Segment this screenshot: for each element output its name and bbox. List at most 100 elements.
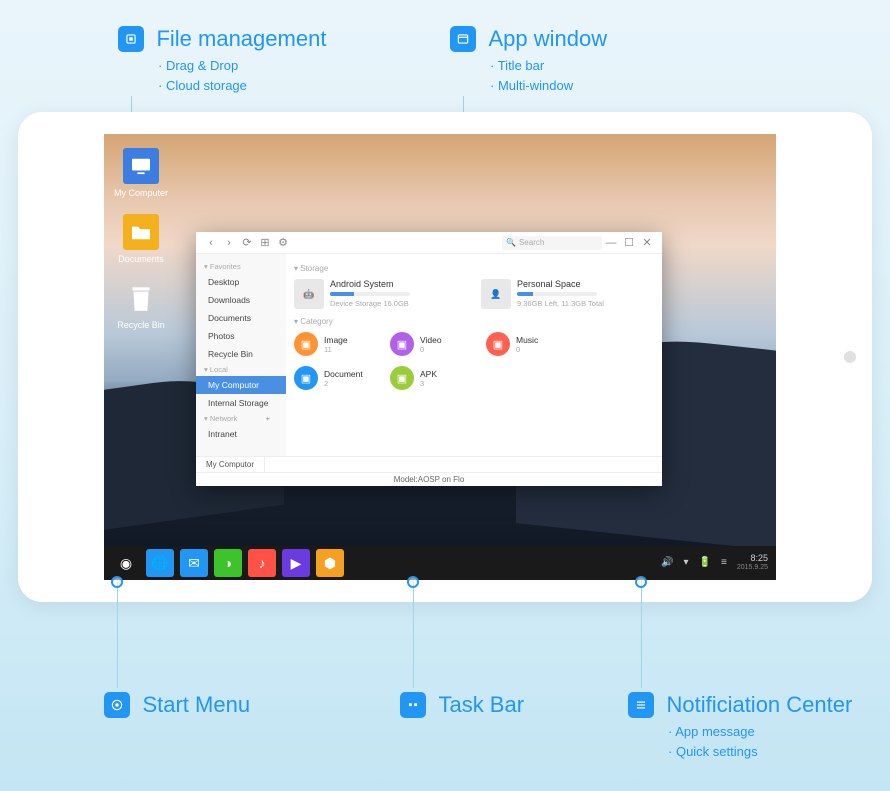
- callout-file-mgmt-title: File management: [156, 26, 326, 51]
- close-button[interactable]: ✕: [638, 234, 656, 252]
- volume-icon[interactable]: 🔊: [661, 557, 673, 568]
- storage-sub: 9.36GB Left, 11.3GB Total: [517, 299, 604, 308]
- desktop-icon-documents[interactable]: Documents: [114, 214, 168, 264]
- desktop-icon-label: Documents: [118, 254, 164, 264]
- desktop-icon-label: My Computer: [114, 188, 168, 198]
- sidebar-heading-local: ▾ Local: [196, 363, 286, 376]
- storage-name: Personal Space: [517, 279, 604, 289]
- folder-icon: [123, 214, 159, 250]
- category-item-music[interactable]: ▣Music0: [486, 332, 564, 356]
- sidebar-item-documents[interactable]: Documents: [196, 309, 286, 327]
- sidebar-item-photos[interactable]: Photos: [196, 327, 286, 345]
- add-network-button[interactable]: +: [266, 414, 270, 423]
- callout-notification-center: Notificiation Center App message Quick s…: [628, 692, 852, 761]
- settings-button[interactable]: ⚙: [274, 234, 292, 252]
- sidebar-item-intranet[interactable]: Intranet: [196, 425, 286, 443]
- model-label: Model:AOSP on Flo: [196, 472, 662, 486]
- android-icon: 🤖: [294, 279, 324, 309]
- clock-date: 2015.9.25: [737, 564, 768, 572]
- wifi-icon[interactable]: ▾: [684, 557, 689, 568]
- taskbar-mail[interactable]: ✉: [180, 549, 208, 577]
- callout-bullet: Drag & Drop: [158, 56, 326, 76]
- callout-task-bar-title: Task Bar: [438, 692, 524, 717]
- minimize-button[interactable]: —: [602, 234, 620, 252]
- clock-time: 8:25: [737, 554, 768, 564]
- category-item-document[interactable]: ▣Document2: [294, 366, 372, 390]
- callout-file-management: File management Drag & Drop Cloud storag…: [118, 26, 326, 95]
- connector-line: [641, 580, 642, 688]
- file-mgmt-icon: [118, 26, 144, 52]
- callout-notification-center-title: Notificiation Center: [666, 692, 852, 717]
- category-name: Image: [324, 335, 348, 345]
- view-toggle-button[interactable]: ⊞: [256, 234, 274, 252]
- category-count: 2: [324, 379, 363, 388]
- connector-dot: [635, 576, 647, 588]
- file-manager-window: ‹ › ⟳ ⊞ ⚙ 🔍Search — ☐ ✕ ▾ Favorites Desk…: [196, 232, 662, 486]
- user-icon: 👤: [481, 279, 511, 309]
- callout-bullet: Quick settings: [668, 742, 852, 762]
- computer-icon: [123, 148, 159, 184]
- storage-card-personal-space[interactable]: 👤 Personal Space 9.36GB Left, 11.3GB Tot…: [481, 279, 654, 309]
- connector-dot: [407, 576, 419, 588]
- sidebar-item-internal-storage[interactable]: Internal Storage: [196, 394, 286, 412]
- callout-start-menu: Start Menu: [104, 692, 250, 718]
- maximize-button[interactable]: ☐: [620, 234, 638, 252]
- clock[interactable]: 8:25 2015.9.25: [737, 554, 768, 572]
- callout-bullet: Title bar: [490, 56, 607, 76]
- storage-name: Android System: [330, 279, 410, 289]
- connector-line: [413, 580, 414, 688]
- file-manager-footer: My Computor Model:AOSP on Flo: [196, 456, 662, 486]
- taskbar-video[interactable]: ▶: [282, 549, 310, 577]
- image-icon: ▣: [294, 332, 318, 356]
- section-heading-category: ▾ Category: [294, 317, 654, 326]
- desktop-icon-my-computer[interactable]: My Computer: [114, 148, 168, 198]
- storage-sub: Device Storage 16.0GB: [330, 299, 410, 308]
- category-item-image[interactable]: ▣ Image11: [294, 332, 372, 356]
- taskbar-music[interactable]: ♪: [248, 549, 276, 577]
- storage-bar: [517, 292, 597, 296]
- storage-card-android-system[interactable]: 🤖 Android System Device Storage 16.0GB: [294, 279, 467, 309]
- category-count: 11: [324, 345, 348, 354]
- connector-dot: [111, 576, 123, 588]
- search-input[interactable]: 🔍Search: [502, 236, 602, 250]
- callout-bullet: Cloud storage: [158, 76, 326, 96]
- sidebar-heading-network: ▾ Network+: [196, 412, 286, 425]
- taskbar-store[interactable]: ⬢: [316, 549, 344, 577]
- desktop-icon-label: Recycle Bin: [117, 320, 165, 330]
- desktop-icon-recycle-bin[interactable]: Recycle Bin: [114, 280, 168, 330]
- category-count: 0: [420, 345, 442, 354]
- connector-line: [117, 580, 118, 688]
- start-menu-icon: [104, 692, 130, 718]
- callout-bullet: Multi-window: [490, 76, 607, 96]
- sidebar-item-recycle-bin[interactable]: Recycle Bin: [196, 345, 286, 363]
- desktop-screen: My Computer Documents Recycle Bin ‹ › ⟳ …: [104, 134, 776, 580]
- system-tray: 🔊 ▾ 🔋 ≡ 8:25 2015.9.25: [661, 554, 768, 572]
- category-name: Video: [420, 335, 442, 345]
- refresh-button[interactable]: ⟳: [238, 234, 256, 252]
- footer-tab[interactable]: My Computor: [196, 457, 265, 472]
- storage-bar: [330, 292, 410, 296]
- category-name: Music: [516, 335, 538, 345]
- music-icon: ▣: [486, 332, 510, 356]
- file-manager-titlebar[interactable]: ‹ › ⟳ ⊞ ⚙ 🔍Search — ☐ ✕: [196, 232, 662, 254]
- category-name: Document: [324, 369, 363, 379]
- category-name: APK: [420, 369, 437, 379]
- tablet-home-button[interactable]: [844, 351, 856, 363]
- category-item-video[interactable]: ▣Video0: [390, 332, 468, 356]
- tablet-frame: My Computer Documents Recycle Bin ‹ › ⟳ …: [18, 112, 872, 602]
- menu-icon[interactable]: ≡: [721, 557, 727, 568]
- battery-icon[interactable]: 🔋: [699, 557, 711, 568]
- category-item-apk[interactable]: ▣APK3: [390, 366, 468, 390]
- section-heading-storage: ▾ Storage: [294, 264, 654, 273]
- file-manager-content: ▾ Storage 🤖 Android System Device Storag…: [286, 254, 662, 456]
- taskbar: ◉🌐✉◑♪▶⬢ 🔊 ▾ 🔋 ≡ 8:25 2015.9.25: [104, 546, 776, 580]
- sidebar-item-my-computor[interactable]: My Computor: [196, 376, 286, 394]
- taskbar-start-menu[interactable]: ◉: [112, 549, 140, 577]
- back-button[interactable]: ‹: [202, 234, 220, 252]
- category-count: 3: [420, 379, 437, 388]
- taskbar-browser[interactable]: 🌐: [146, 549, 174, 577]
- forward-button[interactable]: ›: [220, 234, 238, 252]
- sidebar-item-downloads[interactable]: Downloads: [196, 291, 286, 309]
- taskbar-wechat[interactable]: ◑: [214, 549, 242, 577]
- sidebar-item-desktop[interactable]: Desktop: [196, 273, 286, 291]
